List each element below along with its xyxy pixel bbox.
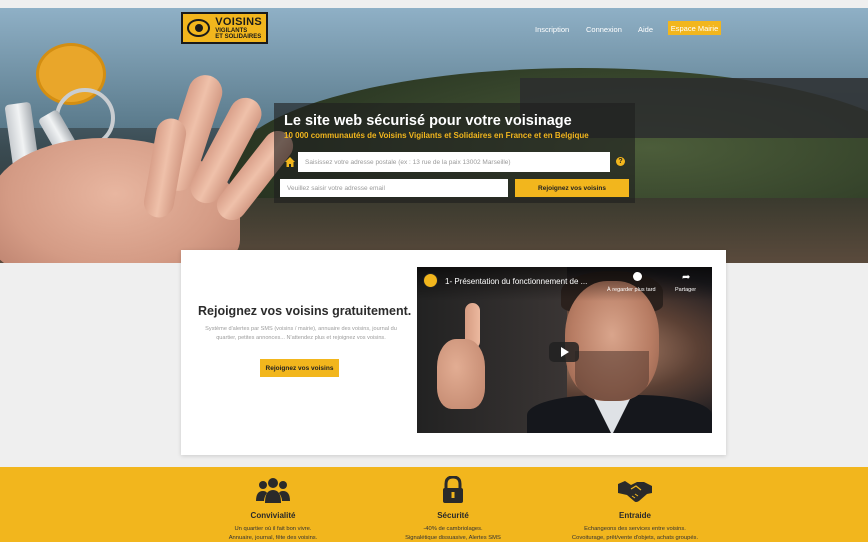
feature-line: Signalétique dissuasive, Alertes SMS bbox=[405, 535, 501, 541]
hero-title: Le site web sécurisé pour votre voisinag… bbox=[284, 113, 572, 129]
feature-title: Sécurité bbox=[437, 511, 469, 520]
video-player[interactable]: 1- Présentation du fonctionnement de ...… bbox=[417, 267, 712, 433]
feature-line: Covoiturage, prêt/vente d'objets, achats… bbox=[571, 535, 699, 541]
users-icon bbox=[256, 478, 290, 503]
feature-line: Echangeons des services entre voisins. bbox=[584, 526, 686, 532]
signup-panel: Le site web sécurisé pour votre voisinag… bbox=[274, 103, 635, 203]
watch-later-label[interactable]: À regarder plus tard bbox=[607, 287, 656, 293]
card-join-button[interactable]: Rejoignez vos voisins bbox=[260, 359, 339, 377]
handshake-icon bbox=[618, 481, 652, 502]
features-bar: Convivialité Un quartier où il fait bon … bbox=[0, 467, 868, 542]
play-icon bbox=[561, 347, 569, 357]
hand-with-keys-image bbox=[0, 43, 300, 263]
card-title: Rejoignez vos voisins gratuitement. bbox=[198, 304, 412, 318]
feature-line: Annuaire, journal, fête des voisins. bbox=[228, 535, 318, 541]
join-neighbors-button[interactable]: Rejoignez vos voisins bbox=[515, 179, 629, 197]
help-icon[interactable]: ? bbox=[616, 157, 625, 166]
video-beard bbox=[575, 351, 649, 401]
feature-title: Entraide bbox=[618, 511, 651, 520]
address-input[interactable]: Saisissez votre adresse postale (ex : 13… bbox=[298, 152, 610, 172]
nav-inscription-link[interactable]: Inscription bbox=[535, 25, 569, 34]
email-input[interactable]: Veuillez saisir votre adresse email bbox=[280, 179, 508, 197]
espace-mairie-button[interactable]: Espace Mairie bbox=[668, 21, 721, 35]
feature-line: Un quartier où il fait bon vivre. bbox=[234, 526, 312, 532]
share-label[interactable]: Partager bbox=[675, 287, 696, 293]
logo-text-solidaires: ET SOLIDAIRES bbox=[215, 33, 262, 40]
logo-text-voisins: VOISINS bbox=[215, 15, 262, 28]
nav-aide-link[interactable]: Aide bbox=[638, 25, 653, 34]
eye-icon bbox=[187, 19, 211, 37]
lock-icon bbox=[443, 476, 463, 503]
channel-avatar[interactable] bbox=[423, 273, 438, 288]
clock-icon[interactable] bbox=[633, 272, 642, 281]
card-description: Système d'alertes par SMS (voisins / mai… bbox=[205, 326, 397, 341]
site-logo[interactable]: VOISINS VIGILANTS ET SOLIDAIRES bbox=[181, 12, 268, 44]
video-title[interactable]: 1- Présentation du fonctionnement de ... bbox=[445, 277, 587, 286]
video-hand bbox=[437, 339, 485, 409]
share-icon[interactable]: ➦ bbox=[682, 272, 690, 283]
page: VOISINS VIGILANTS ET SOLIDAIRES Inscript… bbox=[0, 0, 868, 542]
nav-connexion-link[interactable]: Connexion bbox=[586, 25, 622, 34]
hero-subtitle: 10 000 communautés de Voisins Vigilants … bbox=[284, 131, 589, 140]
home-icon bbox=[285, 157, 295, 167]
feature-line: -40% de cambriolages. bbox=[423, 526, 483, 532]
intro-card: Rejoignez vos voisins gratuitement. Syst… bbox=[181, 250, 726, 455]
play-button[interactable] bbox=[549, 342, 579, 362]
feature-title: Convivialité bbox=[250, 511, 296, 520]
